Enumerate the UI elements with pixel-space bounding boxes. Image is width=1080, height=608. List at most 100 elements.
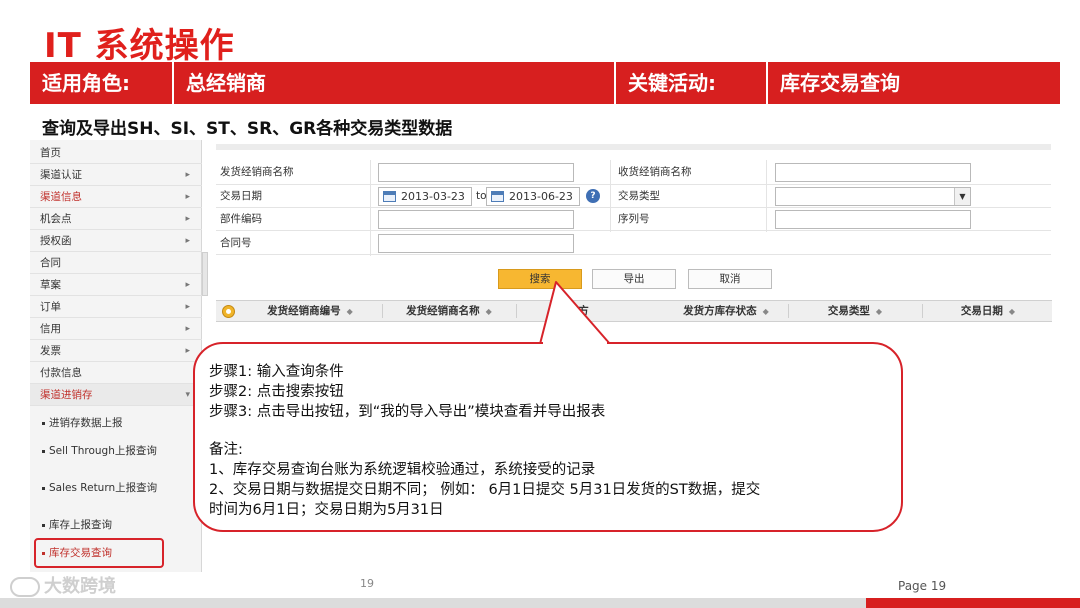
activity-label: 关键活动: (628, 71, 716, 95)
footer-bar (0, 598, 866, 608)
chevron-right-icon: ▸ (185, 192, 190, 202)
grid-col-divider (382, 304, 383, 318)
result-grid-header: 发货经销商编号 ◆ 发货经销商名称 ◆ 发货方 发货方库存状态 ◆ 交易类型 ◆ 交易日… (216, 300, 1052, 322)
grid-col-shipper-stock-status[interactable]: 发货方库存状态 ◆ (656, 301, 796, 321)
grid-col-label: 发货经销商名称 (406, 305, 480, 317)
role-label: 适用角色: (42, 71, 130, 95)
grid-col-trade-date[interactable]: 交易日期 ◆ (924, 301, 1052, 321)
recv-dealer-name-input[interactable] (775, 163, 971, 182)
grid-col-shipper[interactable]: 发货方 (518, 301, 628, 321)
watermark-logo-icon (10, 577, 40, 597)
calendar-icon[interactable] (383, 191, 396, 202)
date-from-picker[interactable]: 2013-03-23 (378, 187, 472, 206)
date-to-label: to (476, 190, 487, 202)
role-value: 总经销商 (186, 71, 266, 95)
sort-icon[interactable]: ◆ (876, 307, 882, 316)
grid-col-ship-dealer-code[interactable]: 发货经销商编号 ◆ (240, 301, 380, 321)
sidebar-item-label: 机会点 (40, 213, 72, 225)
grid-col-divider (922, 304, 923, 318)
sidebar-subitem-psi-upload[interactable]: 进销存数据上报 (34, 416, 198, 430)
note-3: 时间为6月1日；交易日期为5月31日 (209, 502, 444, 518)
sidebar-subitem-label: 进销存数据上报 (49, 417, 123, 429)
grid-col-trade-type[interactable]: 交易类型 ◆ (790, 301, 920, 321)
sidebar-item-contract[interactable]: 合同 (30, 252, 202, 274)
page-number-right: Page 19 (898, 579, 947, 593)
slide-subtitle: 查询及导出SH、SI、ST、SR、GR各种交易类型数据 (42, 119, 453, 139)
trade-type-select[interactable]: ▼ (775, 187, 971, 206)
date-from-value: 2013-03-23 (401, 190, 465, 203)
bullet-icon (42, 523, 45, 527)
sidebar-item-channel-info[interactable]: 渠道信息 ▸ (30, 186, 202, 208)
export-button[interactable]: 导出 (592, 269, 676, 289)
calendar-icon[interactable] (491, 191, 504, 202)
sidebar-subitem-label: 库存上报查询 (49, 519, 112, 531)
sidebar-item-draft[interactable]: 草案 ▸ (30, 274, 202, 296)
note-title: 备注: (209, 442, 243, 458)
sidebar-item-label: 合同 (40, 257, 61, 269)
chevron-right-icon: ▸ (185, 302, 190, 312)
sidebar-collapse-handle[interactable] (202, 252, 208, 296)
chevron-down-icon[interactable]: ▼ (954, 188, 970, 205)
sidebar-item-channel-inventory[interactable]: 渠道进销存 ▾ (30, 384, 202, 406)
sidebar-item-home[interactable]: 首页 (30, 142, 202, 164)
sidebar-item-label: 渠道信息 (40, 191, 82, 203)
sidebar-subitem-sales-return[interactable]: Sales Return上报查询 (34, 481, 198, 495)
sidebar-subitem-sell-through[interactable]: Sell Through上报查询 (34, 444, 198, 458)
grid-col-label: 发货方库存状态 (683, 305, 757, 317)
header-bar: 适用角色: 总经销商 关键活动: 库存交易查询 (30, 62, 1060, 104)
watermark: 大数跨境 (10, 572, 116, 598)
sort-icon[interactable]: ◆ (763, 307, 769, 316)
sidebar-item-auth-letter[interactable]: 授权函 ▸ (30, 230, 202, 252)
step-1: 步骤1: 输入查询条件 (209, 364, 344, 380)
contract-input[interactable] (378, 234, 574, 253)
note-2: 2、交易日期与数据提交日期不同； 例如： 6月1日提交 5月31日发货的ST数据… (209, 482, 761, 498)
sidebar-item-payment[interactable]: 付款信息 (30, 362, 202, 384)
recv-dealer-name-label: 收货经销商名称 (618, 166, 692, 178)
activity-value: 库存交易查询 (780, 71, 900, 95)
sidebar-item-label: 渠道进销存 (40, 389, 93, 401)
sidebar-item-order[interactable]: 订单 ▸ (30, 296, 202, 318)
trade-type-label: 交易类型 (618, 190, 660, 202)
chevron-right-icon: ▸ (185, 324, 190, 334)
sidebar-item-invoice[interactable]: 发票 ▸ (30, 340, 202, 362)
bullet-icon (42, 486, 45, 490)
help-icon[interactable]: ? (586, 189, 600, 203)
settings-icon[interactable] (222, 305, 235, 318)
ship-dealer-name-input[interactable] (378, 163, 574, 182)
sidebar-item-label: 发票 (40, 345, 61, 357)
sort-icon[interactable]: ◆ (1009, 307, 1015, 316)
step-2: 步骤2: 点击搜索按钮 (209, 384, 344, 400)
slide-title: IT 系统操作 (44, 26, 235, 66)
highlight-box (34, 538, 164, 568)
sidebar-item-opportunity[interactable]: 机会点 ▸ (30, 208, 202, 230)
chevron-right-icon: ▸ (185, 280, 190, 290)
form-col-divider (370, 160, 371, 256)
search-button[interactable]: 搜索 (498, 269, 582, 289)
sidebar-item-label: 授权函 (40, 235, 72, 247)
sidebar-subitem-label: Sell Through上报查询 (49, 445, 157, 457)
grid-col-ship-dealer-name[interactable]: 发货经销商名称 ◆ (384, 301, 514, 321)
bullet-icon (42, 449, 45, 453)
sort-icon[interactable]: ◆ (347, 307, 353, 316)
sidebar-item-label: 草案 (40, 279, 61, 291)
serial-label: 序列号 (618, 213, 650, 225)
page-number-center: 19 (360, 577, 374, 590)
sidebar-item-label: 首页 (40, 147, 61, 159)
part-code-input[interactable] (378, 210, 574, 229)
serial-input[interactable] (775, 210, 971, 229)
sidebar-subitem-stock-upload[interactable]: 库存上报查询 (34, 518, 198, 532)
form-col-divider (610, 160, 611, 232)
chevron-down-icon: ▾ (185, 390, 190, 400)
sort-icon[interactable]: ◆ (486, 307, 492, 316)
instruction-callout: 步骤1: 输入查询条件 步骤2: 点击搜索按钮 步骤3: 点击导出按钮，到“我的… (193, 342, 903, 532)
form-row-divider (216, 230, 1051, 231)
sidebar-item-credit[interactable]: 信用 ▸ (30, 318, 202, 340)
chevron-right-icon: ▸ (185, 214, 190, 224)
watermark-text: 大数跨境 (44, 576, 116, 597)
sidebar-item-label: 订单 (40, 301, 61, 313)
form-row-divider (216, 254, 1051, 255)
trade-date-label: 交易日期 (220, 190, 262, 202)
cancel-button[interactable]: 取消 (688, 269, 772, 289)
sidebar-item-channel-cert[interactable]: 渠道认证 ▸ (30, 164, 202, 186)
date-to-picker[interactable]: 2013-06-23 (486, 187, 580, 206)
